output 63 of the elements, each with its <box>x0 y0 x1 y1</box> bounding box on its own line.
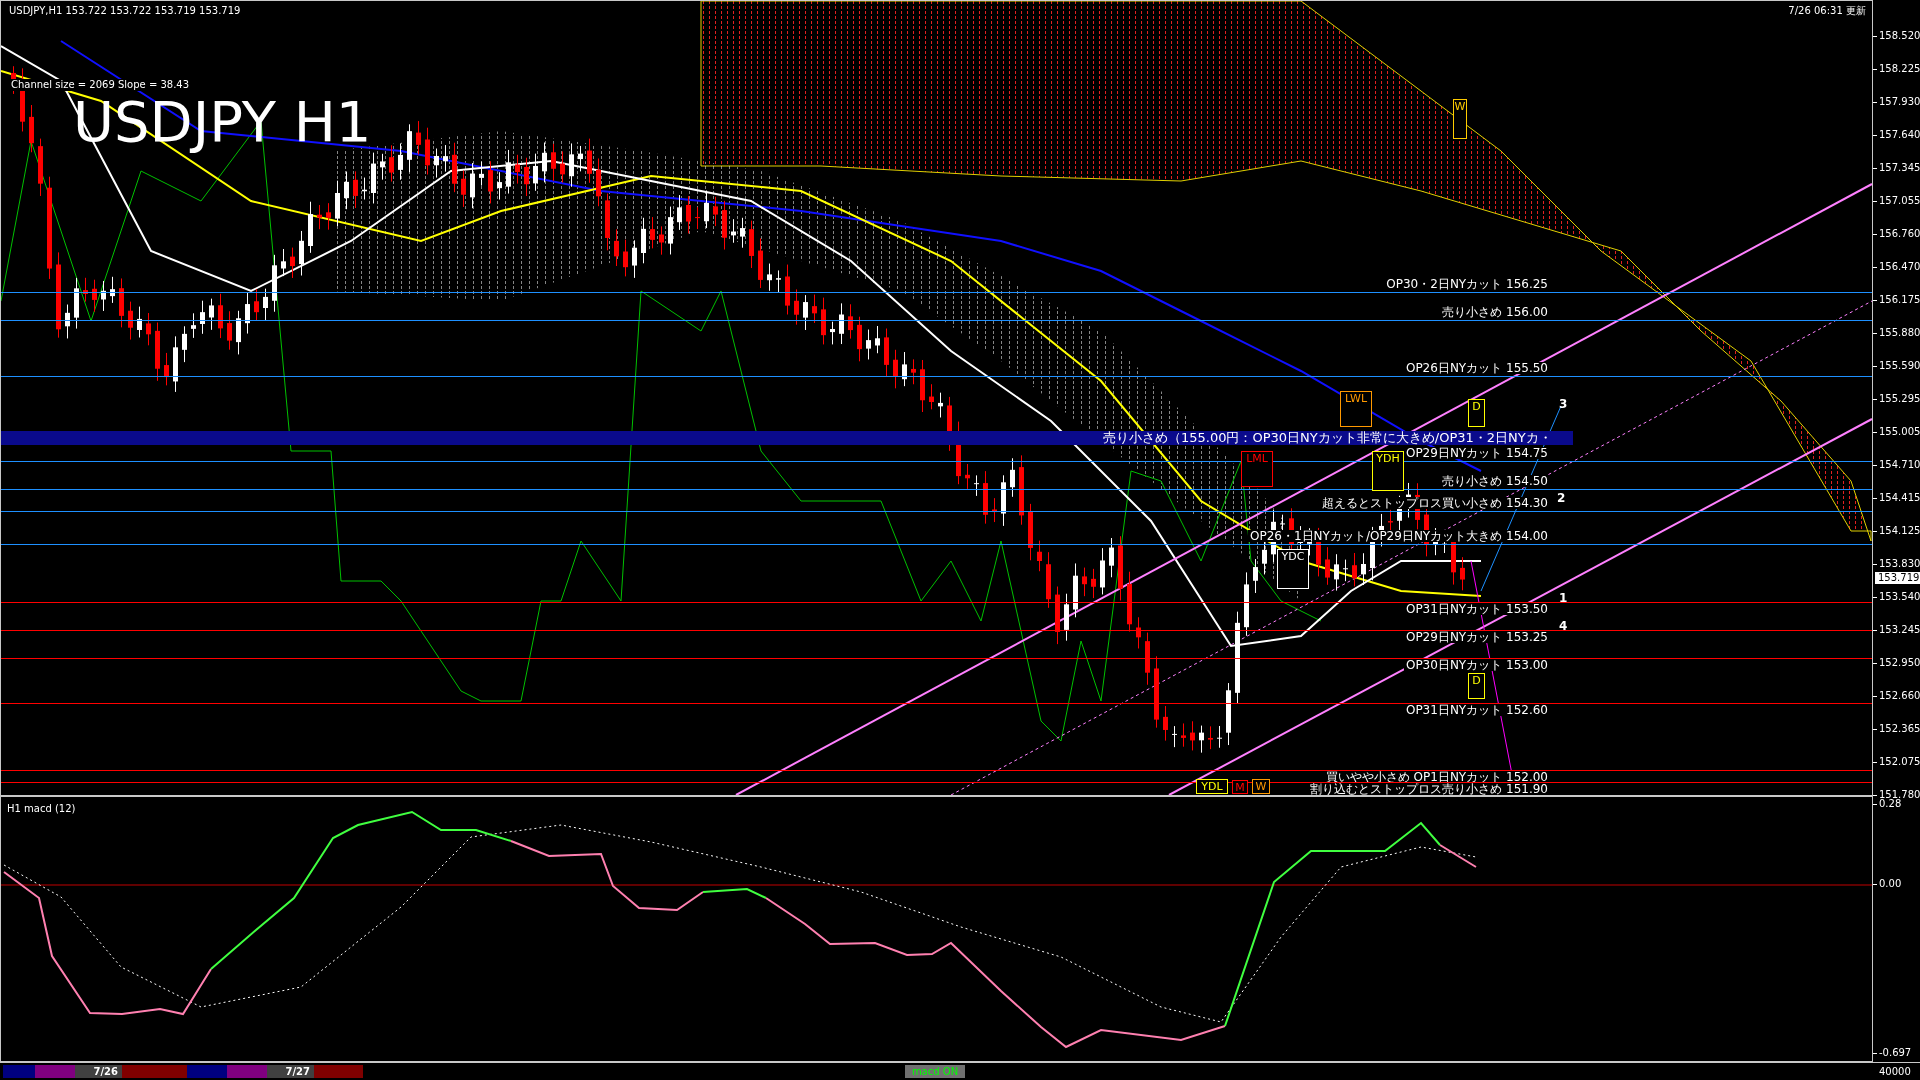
level-label: OP31日NYカット 152.60 <box>1403 704 1550 716</box>
update-time: 7/26 06:31 更新 <box>1788 5 1866 17</box>
level-label: 売り小さめ 156.00 <box>1440 306 1550 318</box>
price-axis-label: 153.245 <box>1879 624 1920 636</box>
session-segment: 7/26 <box>75 1065 122 1078</box>
volume-axis-label: 40000 <box>1879 1066 1911 1078</box>
wave-label: 1 <box>1559 591 1568 605</box>
macd-axis-label: -0.697 <box>1879 1047 1912 1059</box>
level-label: OP26・1日NYカット/OP29日NYカット大きめ 154.00 <box>1248 530 1550 542</box>
level-label: 割り込むとストップロス売り小さめ 151.90 <box>1308 783 1550 795</box>
macd-axis-label: 0.00 <box>1879 878 1902 890</box>
level-tag: YDC <box>1277 549 1309 589</box>
level-label: OP31日NYカット 153.50 <box>1403 603 1550 615</box>
level-label: 売り小さめ 154.50 <box>1440 475 1550 487</box>
current-price-label: 153.719 <box>1875 572 1920 584</box>
price-axis-label: 152.075 <box>1879 756 1920 768</box>
price-axis-label: 158.520 <box>1879 30 1920 42</box>
macd-toggle[interactable]: macd ON <box>905 1065 965 1078</box>
price-axis-label: 157.345 <box>1879 162 1920 174</box>
price-axis-label: 153.540 <box>1879 591 1920 603</box>
session-segment: 7/27 <box>267 1065 314 1078</box>
price-axis-label: 152.660 <box>1879 690 1920 702</box>
price-axis-label: 156.470 <box>1879 261 1920 273</box>
level-tag: W <box>1252 779 1270 794</box>
price-axis-label: 155.880 <box>1879 327 1920 339</box>
price-axis-label: 157.640 <box>1879 129 1920 141</box>
wave-label: 4 <box>1559 619 1568 633</box>
level-label: 超えるとストップロス買い小さめ 154.30 <box>1320 497 1550 509</box>
price-axis-label: 154.710 <box>1879 459 1920 471</box>
level-label: OP29日NYカット 153.25 <box>1403 631 1550 643</box>
level-tag: LML <box>1241 451 1273 487</box>
wave-label: 2 <box>1557 491 1566 505</box>
level-tag: M <box>1232 780 1248 794</box>
price-axis-label: 152.950 <box>1879 657 1920 669</box>
level-tag: YDH <box>1372 451 1404 491</box>
level-tag: YDL <box>1196 779 1228 794</box>
level-label: OP30日NYカット 153.00 <box>1403 659 1550 671</box>
price-axis-label: 154.125 <box>1879 525 1920 537</box>
price-axis-label: 153.830 <box>1879 558 1920 570</box>
macd-axis-label: 0.28 <box>1879 798 1902 810</box>
banner-label: 売り小さめ（155.00円：OP30日NYカット非常に大きめ/OP31・2日NYカ・ <box>1103 431 1552 445</box>
price-axis-label: 155.590 <box>1879 360 1920 372</box>
level-label: OP30・2日NYカット 156.25 <box>1384 278 1550 290</box>
level-tag: D <box>1468 399 1485 427</box>
level-label: OP29日NYカット 154.75 <box>1403 447 1550 459</box>
price-axis-label: 154.415 <box>1879 492 1920 504</box>
price-axis-label: 155.005 <box>1879 426 1920 438</box>
price-axis-label: 151.780 <box>1879 789 1920 800</box>
level-tag: LWL <box>1340 391 1372 427</box>
price-axis-label: 157.930 <box>1879 96 1920 108</box>
macd-title: H1 macd (12) <box>7 803 76 815</box>
channel-info: Channel size = 2069 Slope = 38.43 <box>11 79 190 91</box>
price-axis-label: 156.760 <box>1879 228 1920 240</box>
price-axis-label: 158.225 <box>1879 63 1920 75</box>
price-axis-label: 156.175 <box>1879 294 1920 306</box>
price-axis-label: 157.055 <box>1879 195 1920 207</box>
price-axis-label: 155.295 <box>1879 393 1920 405</box>
level-tag: D <box>1468 673 1485 699</box>
wave-label: 3 <box>1559 397 1568 411</box>
level-label: OP26日NYカット 155.50 <box>1403 362 1550 374</box>
level-tag: W <box>1453 99 1467 139</box>
symbol-quotes: USDJPY,H1 153.722 153.722 153.719 153.719 <box>9 5 241 17</box>
price-axis-label: 152.365 <box>1879 723 1920 735</box>
